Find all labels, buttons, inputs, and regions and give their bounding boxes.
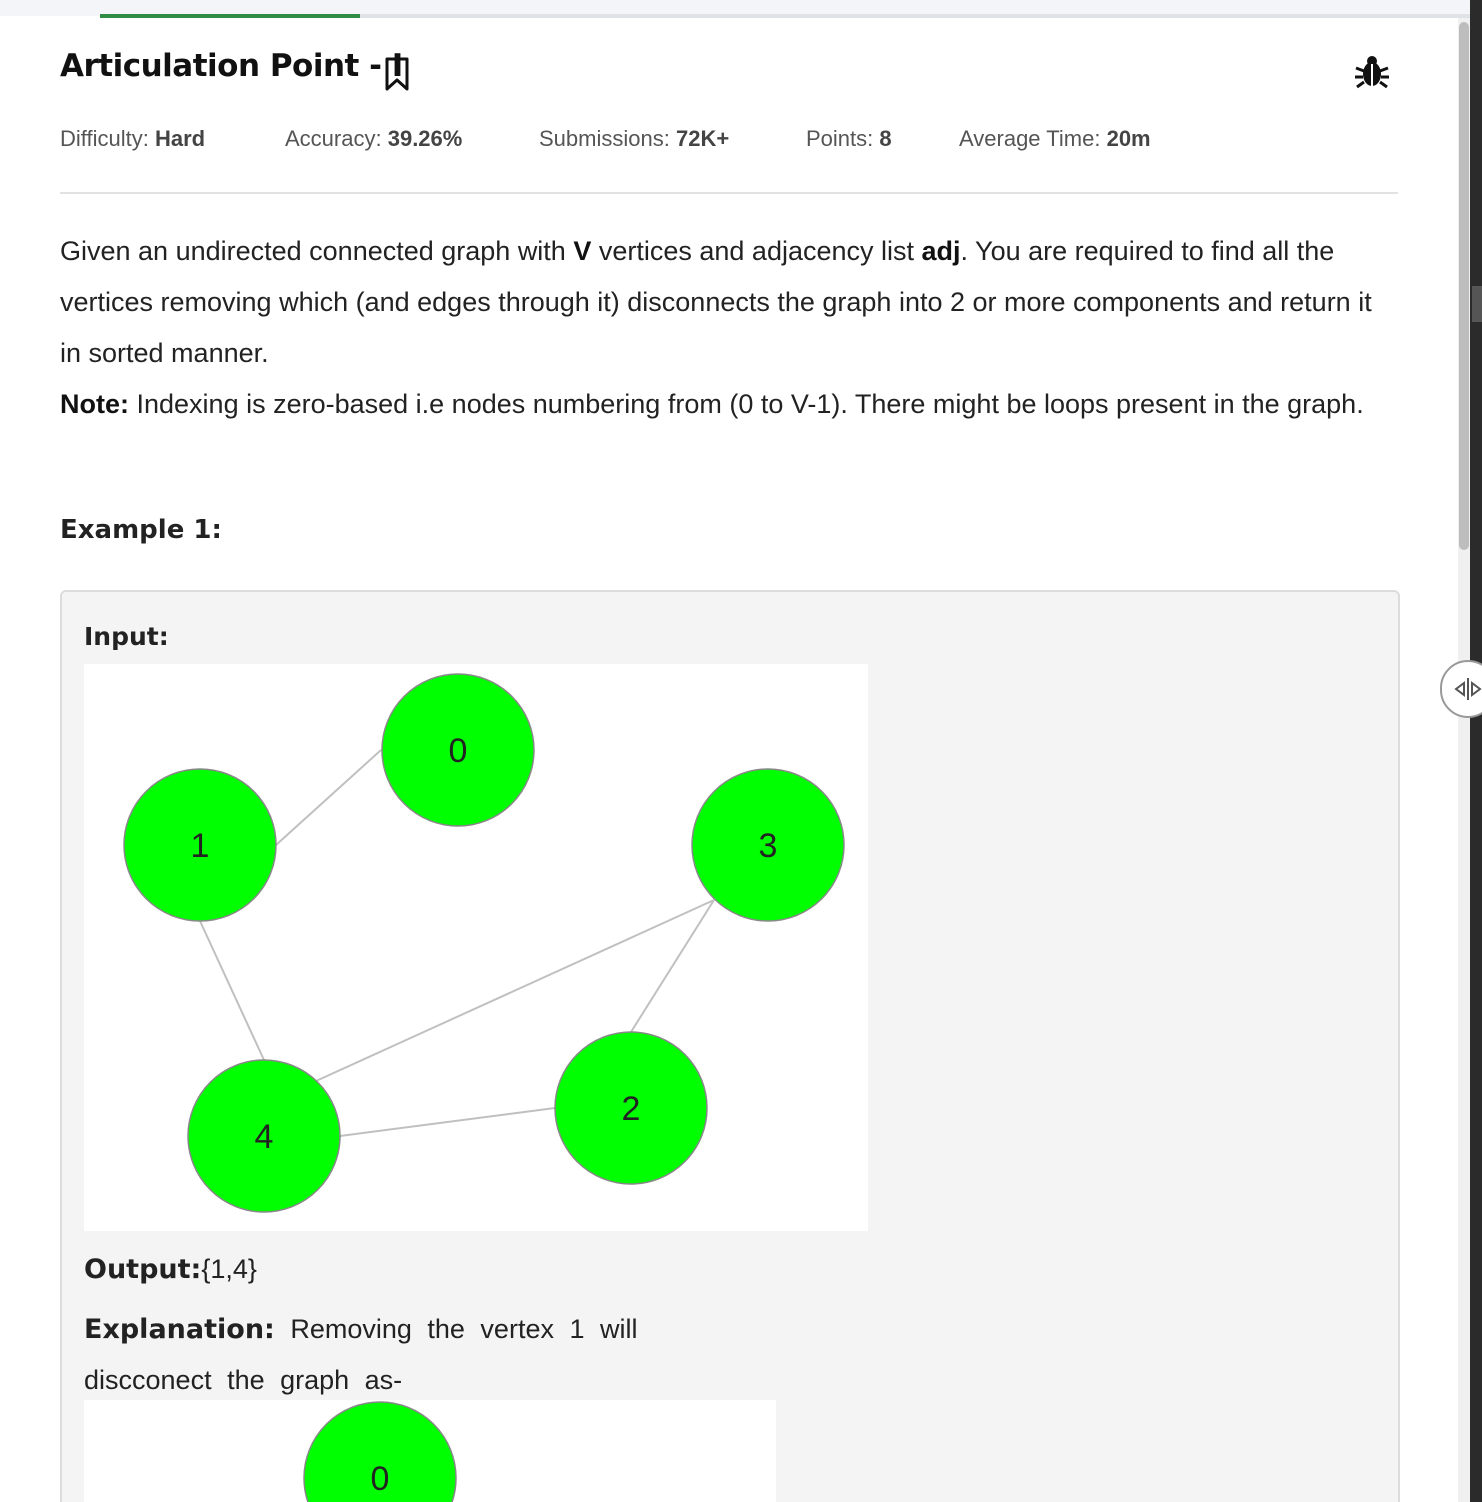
adjacent-pane-edge xyxy=(1470,0,1482,1502)
accuracy-label: Accuracy: xyxy=(285,126,382,151)
problem-title: Articulation Point - I xyxy=(60,48,403,84)
desc-text: vertices and adjacency list xyxy=(591,236,922,266)
divider xyxy=(60,192,1398,194)
split-handle-icon[interactable] xyxy=(1440,660,1482,718)
accuracy-value: 39.26% xyxy=(387,126,463,151)
example-heading: Example 1: xyxy=(60,515,222,545)
graph-node-label-0: 0 xyxy=(371,1460,390,1498)
explanation-graph: 0 xyxy=(303,1401,457,1502)
meta-difficulty: Difficulty: Hard xyxy=(60,126,205,152)
avgtime-label: Average Time: xyxy=(959,126,1101,151)
graph-edge-4-2 xyxy=(339,1107,556,1137)
split-arrows-icon xyxy=(1454,678,1482,700)
graph-node-label-4: 4 xyxy=(255,1118,274,1156)
difficulty-label: Difficulty: xyxy=(60,126,149,151)
graph-node-label-1: 1 xyxy=(191,827,210,865)
note-label: Note: xyxy=(60,389,129,419)
points-value: 8 xyxy=(879,126,892,151)
desc-V: V xyxy=(573,236,592,266)
graph-edge-1-4 xyxy=(199,920,265,1061)
bookmark-icon[interactable] xyxy=(383,56,411,92)
adjacent-pane-scroll xyxy=(1472,286,1482,322)
meta-submissions: Submissions: 72K+ xyxy=(539,126,729,152)
desc-text: Given an undirected connected graph with xyxy=(60,236,574,266)
bug-icon[interactable] xyxy=(1352,52,1392,92)
input-graph-image: 0 1 2 3 4 xyxy=(84,664,868,1231)
input-graph: 0 1 2 3 4 xyxy=(123,673,845,1213)
meta-accuracy: Accuracy: 39.26% xyxy=(285,126,462,152)
problem-panel: Articulation Point - I Difficulty: Hard … xyxy=(0,18,1458,1502)
graph-node-label-0: 0 xyxy=(449,732,468,770)
avgtime-value: 20m xyxy=(1106,126,1151,151)
problem-description: Given an undirected connected graph with… xyxy=(60,226,1400,430)
explanation-graph-image: 0 xyxy=(84,1400,776,1502)
output-line: Output:{1,4} xyxy=(84,1254,257,1285)
graph-node-label-2: 2 xyxy=(622,1090,641,1128)
desc-adj: adj xyxy=(921,236,961,266)
explanation: Explanation: Removing the vertex 1 will … xyxy=(84,1304,684,1406)
note-text: Indexing is zero-based i.e nodes numberi… xyxy=(129,389,1364,419)
points-label: Points: xyxy=(806,126,874,151)
scrollbar-thumb[interactable] xyxy=(1459,22,1469,550)
example-box: Input: 0 1 2 3 4 Output:{1,4} Explanation: R… xyxy=(60,590,1400,1502)
meta-points: Points: 8 xyxy=(806,126,892,152)
explanation-label: Explanation: xyxy=(84,1314,275,1345)
graph-node-label-3: 3 xyxy=(759,827,778,865)
input-label: Input: xyxy=(84,622,169,651)
output-label: Output: xyxy=(84,1254,202,1285)
submissions-label: Submissions: xyxy=(539,126,670,151)
submissions-value: 72K+ xyxy=(675,126,730,151)
meta-avgtime: Average Time: 20m xyxy=(959,126,1151,152)
graph-edge-1-0 xyxy=(275,749,382,846)
difficulty-value: Hard xyxy=(154,126,206,151)
output-value: {1,4} xyxy=(201,1254,257,1284)
